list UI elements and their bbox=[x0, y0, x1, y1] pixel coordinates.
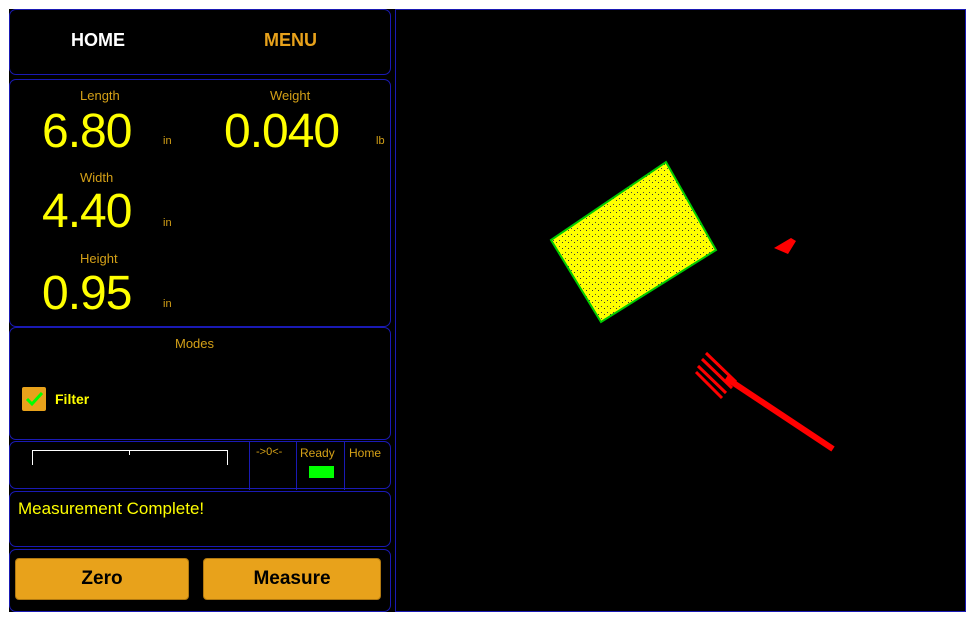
home-nav-button[interactable]: HOME bbox=[71, 30, 125, 51]
width-value: 4.40 bbox=[42, 185, 132, 238]
fork-object bbox=[694, 351, 835, 452]
status-panel: ->0<- Ready Home bbox=[9, 441, 391, 490]
zero-indicator: ->0<- bbox=[249, 442, 296, 490]
home-indicator: Home bbox=[344, 442, 391, 490]
status-message: Measurement Complete! bbox=[18, 499, 205, 518]
actions-panel: Zero Measure bbox=[9, 549, 391, 612]
filter-label[interactable]: Filter bbox=[55, 391, 89, 407]
height-label: Height bbox=[80, 251, 118, 266]
measured-box bbox=[549, 160, 718, 324]
ready-light bbox=[309, 466, 334, 478]
zero-button[interactable]: Zero bbox=[15, 558, 189, 600]
checkmark-icon bbox=[25, 391, 44, 407]
nav-panel: HOME MENU bbox=[9, 9, 391, 75]
scene-canvas bbox=[549, 160, 835, 452]
progress-bar bbox=[32, 450, 228, 465]
length-unit: in bbox=[163, 135, 172, 147]
message-panel: Measurement Complete! bbox=[9, 491, 391, 547]
camera-view[interactable] bbox=[395, 9, 966, 612]
app-window: HOME MENU Length 6.80 in Weight 0.040 lb… bbox=[9, 9, 966, 612]
weight-unit: lb bbox=[376, 135, 385, 147]
height-unit: in bbox=[163, 298, 172, 310]
weight-label: Weight bbox=[270, 88, 311, 103]
length-value: 6.80 bbox=[42, 105, 132, 158]
length-label: Length bbox=[80, 88, 120, 103]
ready-indicator-label: Ready bbox=[300, 446, 335, 460]
measure-button[interactable]: Measure bbox=[203, 558, 381, 600]
home-indicator-label: Home bbox=[349, 446, 382, 460]
modes-title: Modes bbox=[175, 336, 215, 351]
width-unit: in bbox=[163, 217, 172, 229]
measurements-panel: Length 6.80 in Weight 0.040 lb Width 4.4… bbox=[9, 79, 391, 327]
ready-indicator: Ready bbox=[296, 442, 344, 490]
weight-value: 0.040 bbox=[224, 105, 340, 158]
progress-tick bbox=[129, 451, 130, 455]
width-label: Width bbox=[80, 170, 114, 185]
height-value: 0.95 bbox=[42, 267, 132, 320]
menu-nav-button[interactable]: MENU bbox=[264, 30, 317, 51]
red-blob bbox=[774, 238, 796, 254]
zero-indicator-label: ->0<- bbox=[256, 446, 283, 458]
filter-checkbox[interactable] bbox=[22, 387, 46, 411]
modes-panel: Modes Filter bbox=[9, 327, 391, 440]
